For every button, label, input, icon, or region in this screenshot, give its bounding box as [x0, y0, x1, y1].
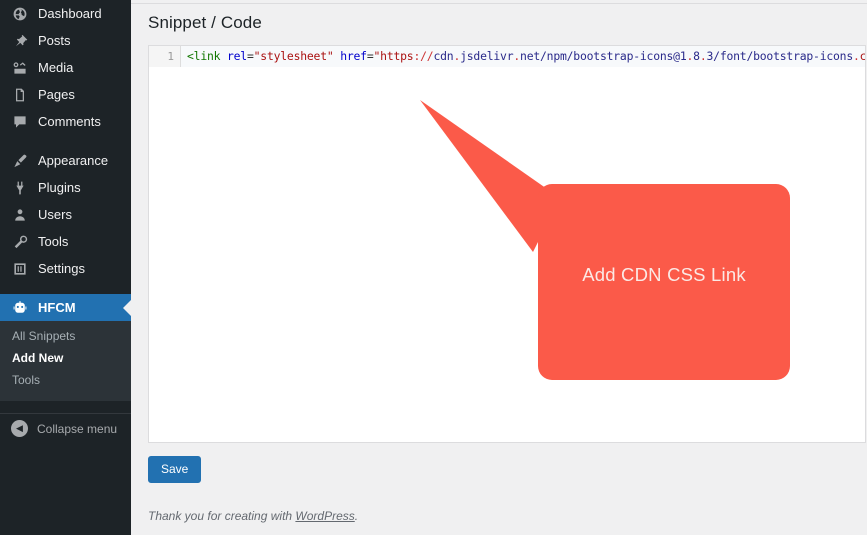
- sidebar-separator: [0, 135, 131, 147]
- sidebar-item-dashboard[interactable]: Dashboard: [0, 0, 131, 27]
- callout-label: Add CDN CSS Link: [582, 264, 746, 285]
- robot-icon: [11, 299, 29, 317]
- sidebar-item-posts[interactable]: Posts: [0, 27, 131, 54]
- submenu-item-add-new[interactable]: Add New: [0, 349, 131, 371]
- submenu-item-all-snippets[interactable]: All Snippets: [0, 327, 131, 349]
- footer-suffix: .: [354, 509, 359, 523]
- line-number-gutter: 1: [149, 46, 181, 67]
- footer-credit: Thank you for creating with WordPress.: [148, 509, 358, 523]
- collapse-menu-button[interactable]: ◀ Collapse menu: [0, 413, 131, 443]
- sidebar-item-appearance[interactable]: Appearance: [0, 147, 131, 174]
- save-button[interactable]: Save: [148, 456, 202, 483]
- code-token: cdn: [433, 49, 454, 63]
- code-token: rel: [226, 49, 247, 63]
- sidebar-item-label: Posts: [38, 33, 71, 48]
- code-token: jsdelivr: [460, 49, 514, 63]
- chevron-left-circle-icon: ◀: [11, 420, 28, 437]
- sidebar-item-label: Pages: [38, 87, 75, 102]
- sidebar-item-comments[interactable]: Comments: [0, 108, 131, 135]
- sidebar-item-label: Dashboard: [38, 6, 102, 21]
- sidebar-item-label: Appearance: [38, 153, 109, 168]
- code-token: <link: [187, 49, 221, 63]
- paintbrush-icon: [11, 152, 29, 170]
- code-token: ://: [413, 49, 434, 63]
- admin-sidebar: Dashboard Posts Media Pages Comments Appearan…: [0, 0, 131, 535]
- sidebar-item-label: Settings: [38, 261, 85, 276]
- plug-icon: [11, 179, 29, 197]
- sidebar-item-plugins[interactable]: Plugins: [0, 174, 131, 201]
- sidebar-item-label: Media: [38, 60, 74, 75]
- code-editor-content[interactable]: <link rel="stylesheet" href="https://cdn…: [181, 46, 865, 67]
- code-token: "https: [373, 49, 414, 63]
- code-token: href: [340, 49, 367, 63]
- code-token: net/npm/bootstrap-icons@1: [520, 49, 687, 63]
- submenu-item-tools[interactable]: Tools: [0, 371, 131, 393]
- sidebar-item-label: Tools: [38, 234, 69, 249]
- comment-icon: [11, 113, 29, 131]
- wordpress-link[interactable]: WordPress: [295, 509, 354, 523]
- sidebar-item-settings[interactable]: Settings: [0, 255, 131, 282]
- sidebar-item-label: Users: [38, 207, 72, 222]
- sidebar-menu: Dashboard Posts Media Pages Comments Appearan…: [0, 0, 131, 321]
- sidebar-item-hfcm[interactable]: HFCM: [0, 294, 131, 321]
- settings-icon: [11, 260, 29, 278]
- code-token: 8: [693, 49, 700, 63]
- footer-prefix: Thank you for creating with: [148, 509, 296, 523]
- code-token: .: [853, 49, 860, 63]
- code-token: "stylesheet": [253, 49, 334, 63]
- code-token: css": [860, 49, 865, 63]
- sidebar-item-pages[interactable]: Pages: [0, 81, 131, 108]
- collapse-menu-label: Collapse menu: [37, 421, 118, 436]
- code-token: =: [246, 49, 254, 63]
- dashboard-icon: [11, 5, 29, 23]
- pushpin-icon: [11, 32, 29, 50]
- sidebar-item-label: Plugins: [38, 180, 81, 195]
- sidebar-item-label: HFCM: [38, 300, 76, 315]
- wrench-icon: [11, 233, 29, 251]
- code-token: .: [699, 49, 707, 63]
- sidebar-item-label: Comments: [38, 114, 101, 129]
- sidebar-item-media[interactable]: Media: [0, 54, 131, 81]
- media-icon: [11, 59, 29, 77]
- sidebar-item-users[interactable]: Users: [0, 201, 131, 228]
- page-title: Snippet / Code: [148, 13, 262, 32]
- code-token: 3/font/bootstrap-icons: [706, 49, 854, 63]
- code-editor-line[interactable]: 1 <link rel="stylesheet" href="https://c…: [149, 46, 865, 67]
- pages-icon: [11, 86, 29, 104]
- users-icon: [11, 206, 29, 224]
- code-token: =: [366, 49, 374, 63]
- hfcm-submenu: All Snippets Add New Tools: [0, 321, 131, 401]
- sidebar-separator: [0, 282, 131, 294]
- sidebar-item-tools[interactable]: Tools: [0, 228, 131, 255]
- code-editor[interactable]: 1 <link rel="stylesheet" href="https://c…: [148, 45, 866, 443]
- admin-page: Dashboard Posts Media Pages Comments Appearan…: [0, 0, 867, 535]
